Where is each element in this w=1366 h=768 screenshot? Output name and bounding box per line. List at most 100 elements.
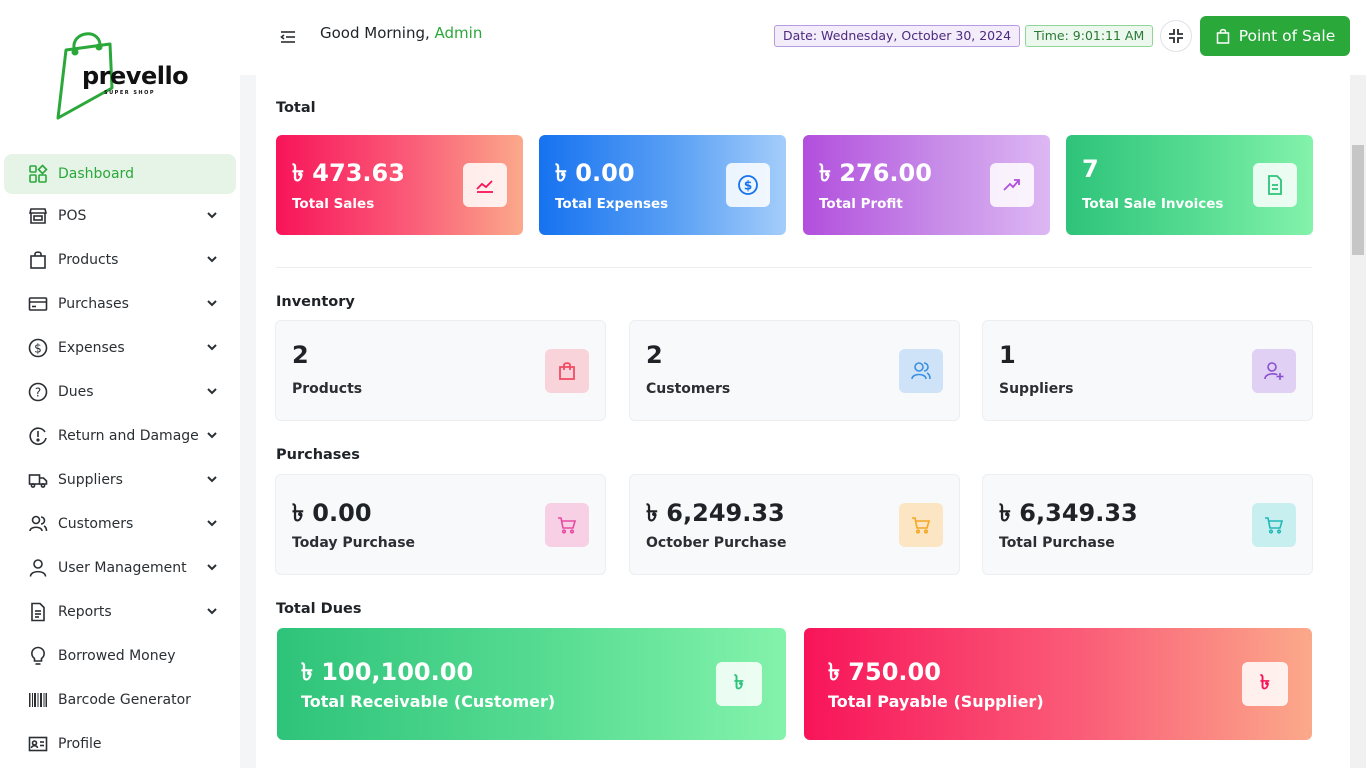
sidebar-item-label: Dashboard bbox=[58, 166, 134, 182]
section-title-purchases: Purchases bbox=[276, 447, 360, 463]
card-value: 2 bbox=[646, 341, 663, 369]
shopping-bag-icon bbox=[545, 349, 589, 393]
inventory-products-card: 2 Products bbox=[275, 320, 606, 421]
card-value: ৳ 100,100.00 bbox=[301, 658, 474, 686]
sidebar-item-profile[interactable]: Profile bbox=[0, 722, 240, 766]
card-value: ৳ 0.00 bbox=[292, 499, 372, 527]
vertical-scrollbar[interactable] bbox=[1350, 75, 1366, 768]
user-icon bbox=[28, 558, 48, 578]
total-expenses-card: ৳ 0.00 Total Expenses $ bbox=[539, 135, 786, 235]
inventory-suppliers-card: 1 Suppliers bbox=[982, 320, 1313, 421]
chevron-down-icon bbox=[207, 476, 217, 483]
sidebar-item-dues[interactable]: ? Dues bbox=[0, 370, 240, 414]
chevron-down-icon bbox=[207, 520, 217, 527]
dashboard-icon bbox=[28, 164, 48, 184]
section-title-total: Total bbox=[276, 100, 316, 116]
point-of-sale-label: Point of Sale bbox=[1238, 27, 1336, 45]
sidebar-item-label: Return and Damage bbox=[58, 428, 199, 444]
sidebar: prevello SUPER SHOP Dashboard POS Produc… bbox=[0, 0, 240, 768]
supplier-add-icon bbox=[1252, 349, 1296, 393]
bag-icon bbox=[1216, 28, 1230, 44]
chart-line-icon bbox=[463, 163, 507, 207]
taka-icon: ৳ bbox=[1242, 662, 1288, 706]
id-card-icon bbox=[28, 734, 48, 754]
sidebar-item-purchases[interactable]: Purchases bbox=[0, 282, 240, 326]
truck-icon bbox=[28, 470, 48, 490]
sidebar-item-label: Profile bbox=[58, 736, 102, 752]
sidebar-item-user-management[interactable]: User Management bbox=[0, 546, 240, 590]
bulb-icon bbox=[28, 646, 48, 666]
sidebar-item-dashboard[interactable]: Dashboard bbox=[4, 154, 236, 194]
sidebar-item-label: Reports bbox=[58, 604, 112, 620]
sidebar-item-reports[interactable]: Reports bbox=[0, 590, 240, 634]
total-profit-card: ৳ 276.00 Total Profit bbox=[803, 135, 1050, 235]
question-circle-icon: ? bbox=[28, 382, 48, 402]
date-badge: Date: Wednesday, October 30, 2024 bbox=[774, 25, 1021, 47]
svg-text:$: $ bbox=[34, 342, 42, 356]
card-label: Total Receivable (Customer) bbox=[301, 692, 556, 711]
sidebar-item-label: Products bbox=[58, 252, 119, 268]
sidebar-item-expenses[interactable]: $ Expenses bbox=[0, 326, 240, 370]
greeting-text: Good Morning, bbox=[320, 24, 435, 42]
chevron-down-icon bbox=[207, 608, 217, 615]
sidebar-item-borrowed-money[interactable]: Borrowed Money bbox=[0, 634, 240, 678]
section-divider bbox=[276, 267, 1312, 268]
card-value: 1 bbox=[999, 341, 1016, 369]
total-purchase-card: ৳ 6,349.33 Total Purchase bbox=[982, 474, 1313, 575]
store-icon bbox=[28, 206, 48, 226]
users-icon bbox=[28, 514, 48, 534]
sidebar-item-label: Borrowed Money bbox=[58, 648, 176, 664]
card-label: Total Expenses bbox=[555, 196, 669, 212]
dashboard-content: Total ৳ 473.63 Total Sales ৳ 0.00 Total … bbox=[256, 75, 1350, 768]
exit-fullscreen-button[interactable] bbox=[1160, 20, 1192, 52]
card-label: October Purchase bbox=[646, 535, 787, 551]
card-label: Suppliers bbox=[999, 381, 1074, 397]
card-value: 7 bbox=[1082, 155, 1099, 183]
svg-text:?: ? bbox=[35, 386, 41, 400]
scrollbar-thumb[interactable] bbox=[1352, 145, 1364, 255]
point-of-sale-button[interactable]: Point of Sale bbox=[1200, 16, 1350, 56]
sidebar-item-customers[interactable]: Customers bbox=[0, 502, 240, 546]
card-value: ৳ 6,249.33 bbox=[646, 499, 785, 527]
total-sales-card: ৳ 473.63 Total Sales bbox=[276, 135, 523, 235]
chevron-down-icon bbox=[207, 388, 217, 395]
card-value: ৳ 0.00 bbox=[555, 159, 635, 187]
time-badge: Time: 9:01:11 AM bbox=[1025, 25, 1154, 47]
cart-icon bbox=[899, 503, 943, 547]
sidebar-item-pos[interactable]: POS bbox=[0, 194, 240, 238]
greeting: Good Morning, Admin bbox=[320, 24, 482, 42]
taka-icon: ৳ bbox=[716, 662, 762, 706]
card-label: Today Purchase bbox=[292, 535, 416, 551]
today-purchase-card: ৳ 0.00 Today Purchase bbox=[275, 474, 606, 575]
sidebar-item-label: Barcode Generator bbox=[58, 692, 191, 708]
chevron-down-icon bbox=[207, 256, 217, 263]
sidebar-item-label: Customers bbox=[58, 516, 134, 532]
brand-logo[interactable]: prevello SUPER SHOP bbox=[52, 26, 192, 126]
total-payable-card: ৳ 750.00 Total Payable (Supplier) ৳ bbox=[804, 628, 1312, 740]
sidebar-gutter bbox=[240, 75, 256, 768]
chevron-down-icon bbox=[207, 432, 217, 439]
sidebar-item-suppliers[interactable]: Suppliers bbox=[0, 458, 240, 502]
chevron-down-icon bbox=[207, 212, 217, 219]
card-label: Total Profit bbox=[819, 196, 903, 212]
sidebar-item-return-and-damage[interactable]: Return and Damage bbox=[0, 414, 240, 458]
compress-icon bbox=[1169, 29, 1183, 43]
dollar-icon: $ bbox=[726, 163, 770, 207]
sidebar-item-label: POS bbox=[58, 208, 87, 224]
cart-icon bbox=[1252, 503, 1296, 547]
customers-icon bbox=[899, 349, 943, 393]
trend-up-icon bbox=[990, 163, 1034, 207]
sidebar-item-products[interactable]: Products bbox=[0, 238, 240, 282]
card-label: Products bbox=[292, 381, 363, 397]
card-value: ৳ 276.00 bbox=[819, 159, 932, 187]
dollar-circle-icon: $ bbox=[28, 338, 48, 358]
top-header: Good Morning, Admin Date: Wednesday, Oct… bbox=[240, 0, 1366, 75]
inventory-customers-card: 2 Customers bbox=[629, 320, 960, 421]
card-label: Total Payable (Supplier) bbox=[828, 692, 1044, 711]
credit-card-icon bbox=[28, 294, 48, 314]
sidebar-item-barcode-generator[interactable]: Barcode Generator bbox=[0, 678, 240, 722]
card-label: Total Sales bbox=[292, 196, 375, 212]
sidebar-item-label: Suppliers bbox=[58, 472, 123, 488]
menu-collapse-icon[interactable] bbox=[278, 27, 298, 47]
card-value: ৳ 473.63 bbox=[292, 159, 405, 187]
